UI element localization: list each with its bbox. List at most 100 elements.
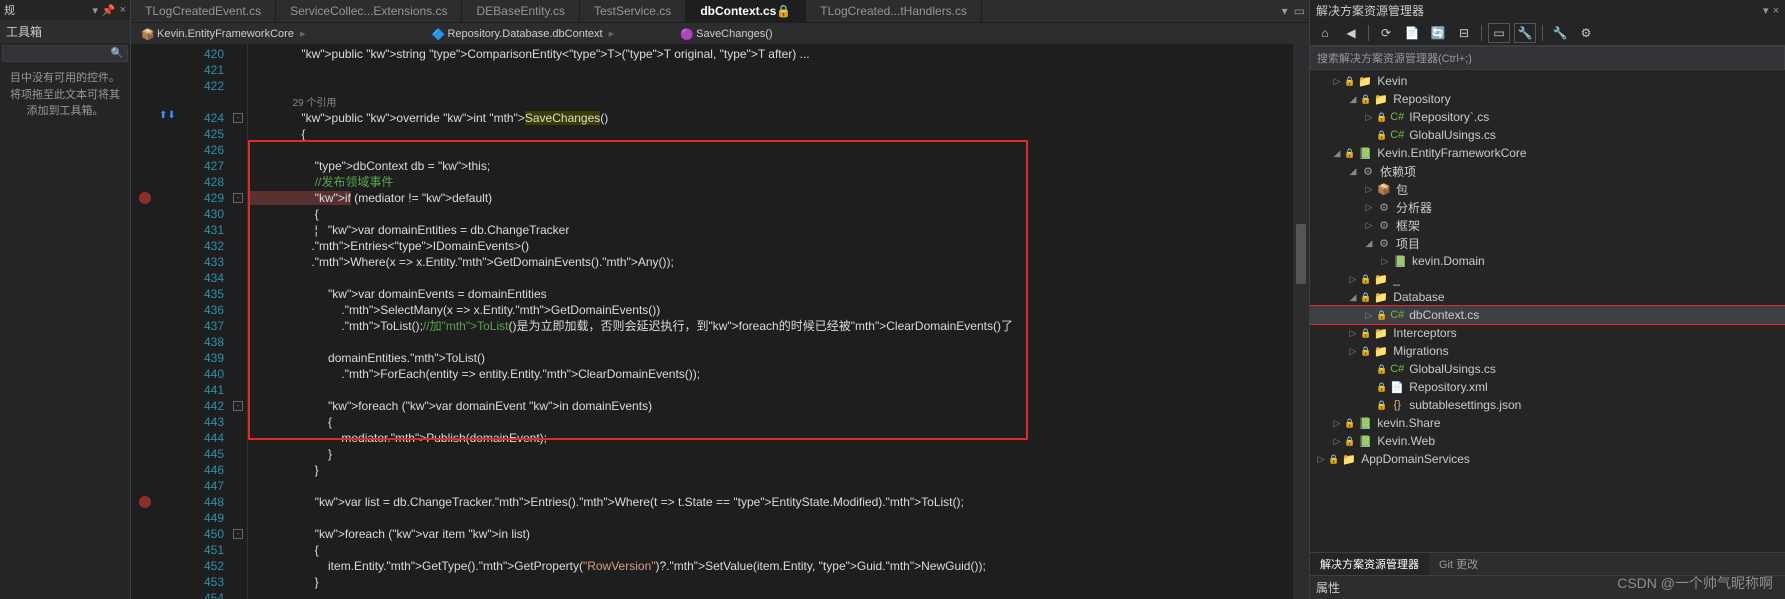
fold-toggle[interactable]: -	[233, 401, 243, 411]
home-icon[interactable]: ⌂	[1314, 23, 1336, 43]
proj-icon: 📗	[1357, 434, 1373, 448]
tree-item[interactable]: ▷🔒📁_	[1310, 270, 1785, 288]
tree-item[interactable]: ▷🔒C#IRepository`.cs	[1310, 108, 1785, 126]
refresh-icon[interactable]: 🔄	[1427, 23, 1449, 43]
lock-icon: 🔒	[1360, 346, 1371, 357]
dropdown-icon[interactable]: ▾	[1763, 4, 1769, 17]
expand-arrow-icon[interactable]: ▷	[1346, 274, 1360, 285]
folder-icon: 📁	[1341, 452, 1357, 466]
fold-toggle[interactable]: -	[233, 529, 243, 539]
toolbox-search[interactable]	[2, 45, 128, 62]
pin-icon[interactable]: ▾	[92, 4, 98, 17]
editor-tab[interactable]: dbContext.cs 🔒	[686, 0, 806, 22]
tree-item[interactable]: 🔒📄Repository.xml	[1310, 378, 1785, 396]
back-icon[interactable]: ◀	[1340, 23, 1362, 43]
wrench-icon[interactable]: 🔧	[1549, 23, 1571, 43]
solution-tree[interactable]: ▷🔒📁Kevin◢🔒📁Repository▷🔒C#IRepository`.cs…	[1310, 70, 1785, 552]
breakpoint-icon[interactable]	[139, 192, 151, 204]
show-all-icon[interactable]: ▭	[1488, 23, 1510, 43]
gutter-marks[interactable]: ⬆⬇	[131, 44, 186, 599]
expand-arrow-icon[interactable]: ◢	[1346, 166, 1360, 177]
lock-icon: 🔒	[1376, 400, 1387, 411]
expand-arrow-icon[interactable]: ▷	[1362, 220, 1376, 231]
expand-arrow-icon[interactable]: ▷	[1346, 328, 1360, 339]
editor-tab[interactable]: DEBaseEntity.cs	[462, 0, 579, 22]
tree-item-label: dbContext.cs	[1409, 308, 1479, 322]
expand-arrow-icon[interactable]: ▷	[1378, 256, 1392, 267]
tree-item[interactable]: ▷🔒📁AppDomainServices	[1310, 450, 1785, 468]
expand-arrow-icon[interactable]: ◢	[1346, 94, 1360, 105]
tree-item[interactable]: ▷📦包	[1310, 180, 1785, 198]
window-icon[interactable]: ▭	[1294, 4, 1305, 18]
tree-item-label: 包	[1396, 181, 1408, 198]
scrollbar-thumb[interactable]	[1296, 224, 1306, 284]
lock-icon: 🔒	[1360, 94, 1371, 105]
tree-item[interactable]: ◢⚙依赖项	[1310, 162, 1785, 180]
tree-item[interactable]: ◢🔒📁Repository	[1310, 90, 1785, 108]
editor-tab[interactable]: TLogCreatedEvent.cs	[131, 0, 276, 22]
tree-item[interactable]: ▷🔒📁Interceptors	[1310, 324, 1785, 342]
tree-item[interactable]: ◢🔒📗Kevin.EntityFrameworkCore	[1310, 144, 1785, 162]
expand-arrow-icon[interactable]: ◢	[1346, 292, 1360, 303]
change-marker-icon[interactable]: ⬆⬇	[159, 110, 176, 121]
fold-gutter[interactable]: - - - -	[230, 44, 248, 599]
fold-toggle[interactable]: -	[233, 193, 243, 203]
tree-item[interactable]: ◢⚙项目	[1310, 234, 1785, 252]
lock-icon: 🔒	[1344, 76, 1355, 87]
expand-arrow-icon[interactable]: ▷	[1330, 76, 1344, 87]
breadcrumb-project[interactable]: 📦 Kevin.EntityFrameworkCore	[135, 28, 300, 40]
close-icon[interactable]: ×	[120, 4, 126, 16]
folder-icon: 📁	[1373, 92, 1389, 106]
lock-icon: 🔒	[1360, 292, 1371, 303]
tree-item[interactable]: ▷🔒📗Kevin.Web	[1310, 432, 1785, 450]
expand-arrow-icon[interactable]: ▷	[1362, 184, 1376, 195]
editor-tab[interactable]: TLogCreated...tHandlers.cs	[806, 0, 982, 22]
expand-arrow-icon[interactable]: ▷	[1362, 202, 1376, 213]
proj-icon: 📗	[1357, 146, 1373, 160]
collapse-icon[interactable]: ⊟	[1453, 23, 1475, 43]
panel-tab[interactable]: Git 更改	[1429, 553, 1488, 575]
vertical-scrollbar[interactable]	[1293, 44, 1309, 599]
pin-icon[interactable]: 📌	[102, 4, 116, 17]
close-icon[interactable]: ×	[1773, 5, 1779, 17]
expand-arrow-icon[interactable]: ▷	[1330, 436, 1344, 447]
tree-item[interactable]: ◢🔒📁Database	[1310, 288, 1785, 306]
breadcrumb-class[interactable]: 🔷 Repository.Database.dbContext	[425, 28, 608, 40]
dropdown-icon[interactable]: ▾	[1282, 4, 1288, 18]
expand-arrow-icon[interactable]: ◢	[1362, 238, 1376, 249]
editor-tab[interactable]: ServiceCollec...Extensions.cs	[276, 0, 462, 22]
tree-item[interactable]: ▷⚙框架	[1310, 216, 1785, 234]
settings-icon[interactable]: ⚙	[1575, 23, 1597, 43]
proj-icon: 📗	[1392, 254, 1408, 268]
fold-toggle[interactable]: -	[233, 113, 243, 123]
tree-item[interactable]: 🔒C#GlobalUsings.cs	[1310, 360, 1785, 378]
expand-arrow-icon[interactable]: ▷	[1314, 454, 1328, 465]
expand-arrow-icon[interactable]: ▷	[1346, 346, 1360, 357]
tree-item[interactable]: ▷📗kevin.Domain	[1310, 252, 1785, 270]
tree-item[interactable]: ▷⚙分析器	[1310, 198, 1785, 216]
editor-tab[interactable]: TestService.cs	[580, 0, 686, 22]
tree-item[interactable]: ▷🔒📁Migrations	[1310, 342, 1785, 360]
expand-arrow-icon[interactable]: ▷	[1362, 310, 1376, 321]
tree-item-label: GlobalUsings.cs	[1409, 362, 1496, 376]
tree-item-label: subtablesettings.json	[1409, 398, 1521, 412]
tree-item[interactable]: ▷🔒📗kevin.Share	[1310, 414, 1785, 432]
tree-item-label: kevin.Share	[1377, 416, 1440, 430]
properties-icon[interactable]: 🔧	[1514, 23, 1536, 43]
sync-icon[interactable]: ⟳	[1375, 23, 1397, 43]
expand-arrow-icon[interactable]: ▷	[1362, 112, 1376, 123]
tree-item[interactable]: ▷🔒📁Kevin	[1310, 72, 1785, 90]
tree-item[interactable]: ▷🔒C#dbContext.cs	[1310, 306, 1785, 324]
code-text[interactable]: "kw">public "kw">string "type">Compariso…	[248, 44, 1293, 599]
breadcrumb-method[interactable]: 🟣 SaveChanges()	[674, 28, 778, 40]
tree-item[interactable]: 🔒{}subtablesettings.json	[1310, 396, 1785, 414]
solution-search[interactable]: 搜索解决方案资源管理器(Ctrl+;)	[1310, 46, 1785, 70]
breakpoint-icon[interactable]	[139, 496, 151, 508]
expand-arrow-icon[interactable]: ▷	[1330, 418, 1344, 429]
lock-icon: 🔒	[776, 4, 791, 18]
panel-tab[interactable]: 解决方案资源管理器	[1310, 553, 1429, 575]
tree-item[interactable]: 🔒C#GlobalUsings.cs	[1310, 126, 1785, 144]
expand-arrow-icon[interactable]: ◢	[1330, 148, 1344, 159]
ref-icon: ⚙	[1360, 164, 1376, 178]
filter-icon[interactable]: 📄	[1401, 23, 1423, 43]
